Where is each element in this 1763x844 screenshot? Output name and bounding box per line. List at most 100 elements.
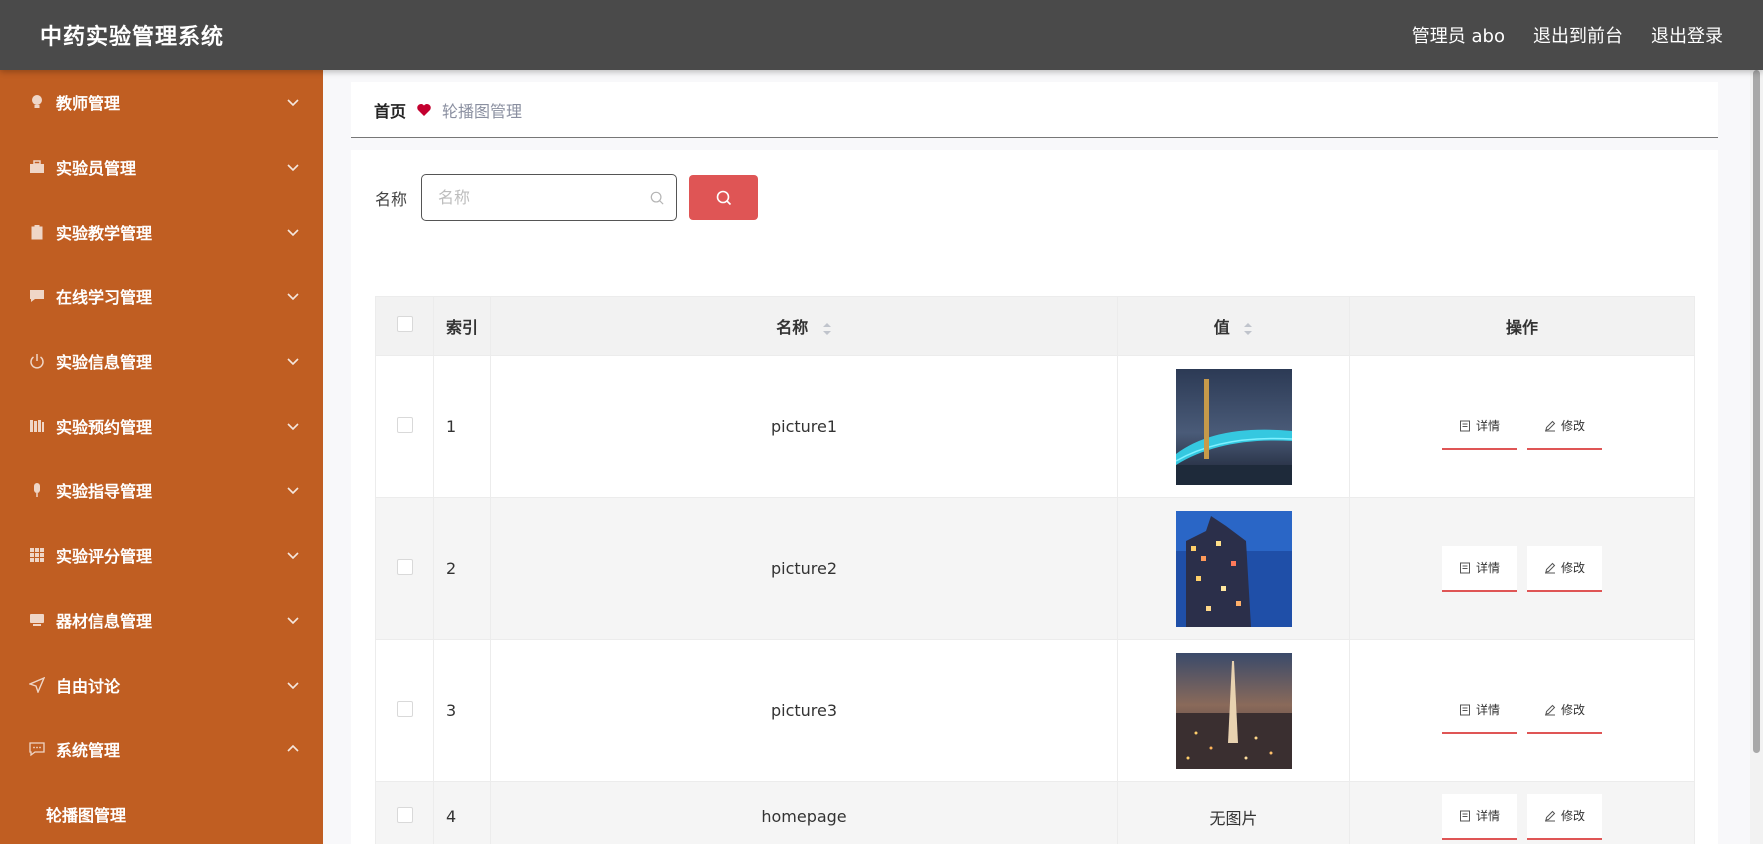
search-input[interactable] bbox=[438, 188, 651, 207]
carousel-table: 索引 名称 值 操作 1 picture1 详情 修改 2 picture2 详… bbox=[375, 296, 1695, 844]
search-box bbox=[421, 174, 678, 221]
sidebar-item-label: 实验预约管理 bbox=[56, 417, 153, 437]
row-ops: 详情 修改 bbox=[1350, 687, 1694, 734]
row-name: homepage bbox=[490, 781, 1118, 844]
detail-button[interactable]: 详情 bbox=[1442, 793, 1517, 840]
sort-icon bbox=[1244, 322, 1253, 335]
sidebar-item-label: 实验教学管理 bbox=[56, 223, 153, 243]
sidebar-item-reservation[interactable]: 实验预约管理 bbox=[0, 393, 323, 458]
row-checkbox[interactable] bbox=[396, 700, 413, 717]
sidebar-item-label: 实验员管理 bbox=[56, 159, 137, 179]
device-icon bbox=[28, 611, 46, 629]
sidebar-item-scoring[interactable]: 实验评分管理 bbox=[0, 523, 323, 588]
heart-icon bbox=[417, 103, 431, 116]
row-value-cell bbox=[1117, 497, 1350, 640]
edit-button[interactable]: 修改 bbox=[1527, 545, 1602, 592]
city-tower-image bbox=[1175, 652, 1292, 769]
sidebar-item-label: 实验指导管理 bbox=[56, 482, 153, 502]
chevron-down-icon bbox=[287, 487, 299, 495]
bridge-night-image bbox=[1175, 368, 1292, 485]
sidebar-subitem-carousel[interactable]: 轮播图管理 bbox=[0, 782, 323, 844]
sidebar-item-teaching[interactable]: 实验教学管理 bbox=[0, 199, 323, 264]
row-name: picture1 bbox=[490, 355, 1118, 498]
front-link[interactable]: 退出到前台 bbox=[1533, 22, 1623, 48]
document-icon bbox=[1459, 810, 1470, 821]
select-all-checkbox[interactable] bbox=[396, 316, 413, 332]
detail-button[interactable]: 详情 bbox=[1442, 545, 1517, 592]
sidebar-item-system[interactable]: 系统管理 bbox=[0, 717, 323, 782]
sort-icon bbox=[822, 322, 831, 335]
edit-button[interactable]: 修改 bbox=[1527, 793, 1602, 840]
chevron-down-icon bbox=[287, 358, 299, 366]
send-icon bbox=[28, 676, 46, 694]
document-icon bbox=[1459, 562, 1470, 573]
header-operation: 操作 bbox=[1349, 296, 1695, 356]
row-checkbox[interactable] bbox=[396, 558, 413, 575]
header-name[interactable]: 名称 bbox=[490, 296, 1118, 356]
vertical-scrollbar[interactable] bbox=[1750, 70, 1763, 844]
header-value[interactable]: 值 bbox=[1117, 296, 1350, 356]
breadcrumb-current: 轮播图管理 bbox=[442, 101, 523, 121]
edit-button[interactable]: 修改 bbox=[1527, 403, 1602, 450]
chevron-down-icon bbox=[287, 99, 299, 107]
search-row: 名称 bbox=[375, 174, 759, 221]
row-checkbox-cell bbox=[375, 355, 434, 498]
clipboard-icon bbox=[28, 223, 46, 241]
row-value-cell bbox=[1117, 355, 1350, 498]
breadcrumb-home[interactable]: 首页 bbox=[374, 98, 406, 122]
search-icon bbox=[650, 191, 664, 205]
sidebar-item-guidance[interactable]: 实验指导管理 bbox=[0, 458, 323, 523]
edit-icon bbox=[1544, 420, 1556, 431]
chevron-down-icon bbox=[287, 552, 299, 560]
table-header-row: 索引 名称 值 操作 bbox=[375, 296, 1695, 356]
sidebar-item-teacher[interactable]: 教师管理 bbox=[0, 70, 323, 135]
table-row: 2 picture2 详情 修改 bbox=[375, 497, 1695, 640]
row-ops-cell: 详情 修改 bbox=[1349, 497, 1695, 640]
edit-icon bbox=[1544, 704, 1556, 715]
search-button[interactable] bbox=[689, 175, 759, 220]
row-checkbox[interactable] bbox=[396, 416, 413, 433]
search-label: 名称 bbox=[375, 189, 408, 209]
row-checkbox[interactable] bbox=[396, 806, 413, 823]
logout-link[interactable]: 退出登录 bbox=[1651, 22, 1723, 48]
sidebar-item-lab-info[interactable]: 实验信息管理 bbox=[0, 329, 323, 394]
sidebar-item-equipment[interactable]: 器材信息管理 bbox=[0, 588, 323, 653]
header-value-label: 值 bbox=[1213, 318, 1230, 337]
detail-button[interactable]: 详情 bbox=[1442, 687, 1517, 734]
sidebar-item-label: 自由讨论 bbox=[56, 676, 121, 696]
row-checkbox-cell bbox=[375, 639, 434, 782]
row-index: 4 bbox=[433, 781, 491, 844]
chevron-down-icon bbox=[287, 681, 299, 689]
table-row: 4 homepage 无图片 详情 修改 bbox=[375, 781, 1695, 844]
sidebar-item-label: 系统管理 bbox=[56, 741, 121, 761]
edit-button[interactable]: 修改 bbox=[1527, 687, 1602, 734]
edit-icon bbox=[1544, 810, 1556, 821]
user-link[interactable]: 管理员 abo bbox=[1412, 22, 1505, 48]
row-name: picture3 bbox=[490, 639, 1118, 782]
sidebar-item-lab-staff[interactable]: 实验员管理 bbox=[0, 135, 323, 200]
power-icon bbox=[28, 352, 46, 370]
sidebar-item-discussion[interactable]: 自由讨论 bbox=[0, 652, 323, 717]
row-index: 3 bbox=[433, 639, 491, 782]
chat-icon bbox=[28, 287, 46, 305]
row-index: 1 bbox=[433, 355, 491, 498]
sidebar-item-label: 教师管理 bbox=[56, 94, 121, 114]
row-checkbox-cell bbox=[375, 781, 434, 844]
header-checkbox-cell bbox=[375, 296, 434, 356]
row-ops: 详情 修改 bbox=[1350, 793, 1694, 840]
detail-label: 详情 bbox=[1475, 419, 1500, 433]
header-index: 索引 bbox=[433, 296, 491, 356]
row-value: 无图片 bbox=[1117, 781, 1350, 844]
detail-button[interactable]: 详情 bbox=[1442, 403, 1517, 450]
row-ops-cell: 详情 修改 bbox=[1349, 355, 1695, 498]
detail-label: 详情 bbox=[1475, 703, 1500, 717]
lightbulb-icon bbox=[28, 93, 46, 111]
scrollbar-thumb[interactable] bbox=[1753, 70, 1760, 753]
row-ops-cell: 详情 修改 bbox=[1349, 781, 1695, 844]
edit-label: 修改 bbox=[1560, 809, 1585, 823]
top-right-links: 管理员 abo 退出到前台 退出登录 bbox=[1412, 22, 1723, 48]
app-title: 中药实验管理系统 bbox=[40, 25, 225, 50]
document-icon bbox=[1459, 420, 1470, 431]
sidebar-item-online-learning[interactable]: 在线学习管理 bbox=[0, 264, 323, 329]
main-area: 首页 轮播图管理 名称 索引 名称 bbox=[323, 70, 1750, 844]
